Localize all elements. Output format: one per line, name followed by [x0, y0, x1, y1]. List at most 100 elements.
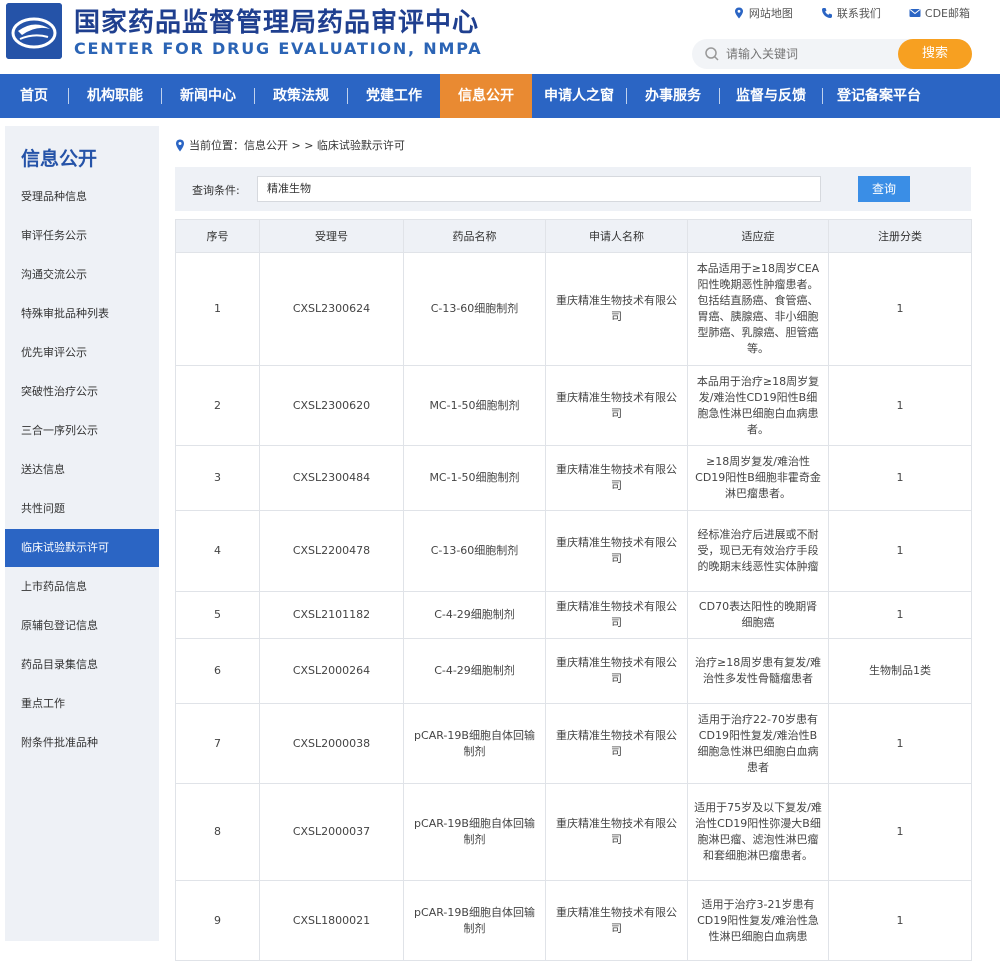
- nav-registration[interactable]: 登记备案平台: [823, 74, 935, 118]
- col-header-accept-no: 受理号: [259, 219, 404, 253]
- cell-index: 8: [175, 783, 260, 881]
- cde-logo[interactable]: [6, 3, 62, 59]
- cell-index: 6: [175, 638, 260, 704]
- cell-drug-name: pCAR-19B细胞自体回输制剂: [403, 880, 546, 961]
- cell-category: 1: [828, 783, 972, 881]
- table-row[interactable]: 4 CXSL2200478 C-13-60细胞制剂 重庆精准生物技术有限公司 经…: [175, 510, 972, 592]
- cell-drug-name: MC-1-50细胞制剂: [403, 365, 546, 446]
- query-bar: 查询条件: 精准生物 查询: [175, 167, 971, 211]
- nav-applicant[interactable]: 申请人之窗: [532, 74, 626, 118]
- table-row[interactable]: 7 CXSL2000038 pCAR-19B细胞自体回输制剂 重庆精准生物技术有…: [175, 703, 972, 784]
- sidebar-item-clinical-trial[interactable]: 临床试验默示许可: [5, 529, 159, 567]
- cell-applicant: 重庆精准生物技术有限公司: [545, 880, 688, 961]
- query-input[interactable]: 精准生物: [257, 176, 821, 202]
- sidebar-item-review-tasks[interactable]: 审评任务公示: [5, 217, 159, 255]
- cell-drug-name: C-13-60细胞制剂: [403, 510, 546, 592]
- cell-indication: 适用于治疗22-70岁患有CD19阳性复发/难治性B细胞急性淋巴细胞白血病患者: [687, 703, 829, 784]
- site-title-en: CENTER FOR DRUG EVALUATION, NMPA: [74, 39, 483, 58]
- col-header-category: 注册分类: [828, 219, 972, 253]
- table-header-row: 序号 受理号 药品名称 申请人名称 适应症 注册分类: [175, 219, 972, 253]
- table-row[interactable]: 3 CXSL2300484 MC-1-50细胞制剂 重庆精准生物技术有限公司 ≥…: [175, 445, 972, 511]
- table-row[interactable]: 2 CXSL2300620 MC-1-50细胞制剂 重庆精准生物技术有限公司 本…: [175, 365, 972, 446]
- sidebar-item-common-issues[interactable]: 共性问题: [5, 490, 159, 528]
- results-table: 序号 受理号 药品名称 申请人名称 适应症 注册分类 1 CXSL2300624…: [175, 219, 972, 961]
- sidebar-item-accepted[interactable]: 受理品种信息: [5, 178, 159, 216]
- main-nav: 首页 机构职能 新闻中心 政策法规 党建工作 信息公开 申请人之窗 办事服务 监…: [0, 74, 1000, 118]
- nav-policy[interactable]: 政策法规: [255, 74, 347, 118]
- sidebar-item-key-work[interactable]: 重点工作: [5, 685, 159, 723]
- sidebar-item-three-in-one[interactable]: 三合一序列公示: [5, 412, 159, 450]
- cell-accept-no: CXSL2101182: [259, 591, 404, 639]
- cell-category: 生物制品1类: [828, 638, 972, 704]
- cell-accept-no: CXSL2300624: [259, 252, 404, 366]
- cell-applicant: 重庆精准生物技术有限公司: [545, 591, 688, 639]
- sidebar-item-breakthrough[interactable]: 突破性治疗公示: [5, 373, 159, 411]
- sidebar: 信息公开 受理品种信息 审评任务公示 沟通交流公示 特殊审批品种列表 优先审评公…: [5, 126, 159, 941]
- cell-indication: ≥18周岁复发/难治性CD19阳性B细胞非霍奇金淋巴瘤患者。: [687, 445, 829, 511]
- cell-applicant: 重庆精准生物技术有限公司: [545, 783, 688, 881]
- table-row[interactable]: 1 CXSL2300624 C-13-60细胞制剂 重庆精准生物技术有限公司 本…: [175, 252, 972, 366]
- cell-indication: 适用于治疗3-21岁患有CD19阳性复发/难治性急性淋巴细胞白血病患: [687, 880, 829, 961]
- cell-applicant: 重庆精准生物技术有限公司: [545, 703, 688, 784]
- cell-drug-name: C-4-29细胞制剂: [403, 591, 546, 639]
- cell-drug-name: C-4-29细胞制剂: [403, 638, 546, 704]
- nav-news[interactable]: 新闻中心: [162, 74, 254, 118]
- contact-label: 联系我们: [836, 7, 881, 20]
- cell-indication: 本品适用于≥18周岁CEA阳性晚期恶性肿瘤患者。包括结直肠癌、食管癌、胃癌、胰腺…: [687, 252, 829, 366]
- cell-applicant: 重庆精准生物技术有限公司: [545, 365, 688, 446]
- cell-applicant: 重庆精准生物技术有限公司: [545, 510, 688, 592]
- cell-index: 3: [175, 445, 260, 511]
- search-input[interactable]: [726, 39, 896, 69]
- email-link[interactable]: CDE邮箱: [909, 5, 970, 21]
- nav-services[interactable]: 办事服务: [627, 74, 719, 118]
- col-header-index: 序号: [175, 219, 260, 253]
- sidebar-item-communication[interactable]: 沟通交流公示: [5, 256, 159, 294]
- nav-party[interactable]: 党建工作: [348, 74, 440, 118]
- col-header-applicant: 申请人名称: [545, 219, 688, 253]
- query-button[interactable]: 查询: [858, 176, 910, 202]
- breadcrumb: 当前位置：信息公开 > > 临床试验默示许可: [175, 137, 405, 153]
- cell-category: 1: [828, 591, 972, 639]
- table-row[interactable]: 8 CXSL2000037 pCAR-19B细胞自体回输制剂 重庆精准生物技术有…: [175, 783, 972, 881]
- cell-drug-name: C-13-60细胞制剂: [403, 252, 546, 366]
- cell-index: 5: [175, 591, 260, 639]
- sidebar-item-delivery[interactable]: 送达信息: [5, 451, 159, 489]
- breadcrumb-text: 当前位置：信息公开 > > 临床试验默示许可: [189, 139, 405, 152]
- cell-accept-no: CXSL2300484: [259, 445, 404, 511]
- cell-category: 1: [828, 510, 972, 592]
- cell-accept-no: CXSL2000264: [259, 638, 404, 704]
- col-header-indication: 适应症: [687, 219, 829, 253]
- sidebar-item-drug-catalog[interactable]: 药品目录集信息: [5, 646, 159, 684]
- cell-index: 2: [175, 365, 260, 446]
- location-pin-icon: [176, 139, 184, 151]
- table-row[interactable]: 5 CXSL2101182 C-4-29细胞制剂 重庆精准生物技术有限公司 CD…: [175, 591, 972, 639]
- query-label: 查询条件:: [192, 184, 240, 197]
- phone-icon: [821, 8, 832, 18]
- contact-link[interactable]: 联系我们: [821, 5, 881, 21]
- cell-category: 1: [828, 703, 972, 784]
- nav-functions[interactable]: 机构职能: [69, 74, 161, 118]
- nav-home[interactable]: 首页: [0, 74, 68, 118]
- cell-category: 1: [828, 880, 972, 961]
- sidebar-item-excipients[interactable]: 原辅包登记信息: [5, 607, 159, 645]
- nav-info-disclosure[interactable]: 信息公开: [440, 74, 532, 118]
- cell-accept-no: CXSL2300620: [259, 365, 404, 446]
- table-row[interactable]: 6 CXSL2000264 C-4-29细胞制剂 重庆精准生物技术有限公司 治疗…: [175, 638, 972, 704]
- cell-index: 9: [175, 880, 260, 961]
- site-title-cn: 国家药品监督管理局药品审评中心: [74, 8, 480, 38]
- cell-index: 4: [175, 510, 260, 592]
- sidebar-item-conditional-approval[interactable]: 附条件批准品种: [5, 724, 159, 762]
- cell-applicant: 重庆精准生物技术有限公司: [545, 638, 688, 704]
- cell-accept-no: CXSL2200478: [259, 510, 404, 592]
- cell-accept-no: CXSL1800021: [259, 880, 404, 961]
- sidebar-item-special-approval[interactable]: 特殊审批品种列表: [5, 295, 159, 333]
- top-links: 网站地图 联系我们 CDE邮箱: [733, 5, 970, 21]
- cell-indication: 适用于75岁及以下复发/难治性CD19阳性弥漫大B细胞淋巴瘤、滤泡性淋巴瘤和套细…: [687, 783, 829, 881]
- sidebar-item-priority-review[interactable]: 优先审评公示: [5, 334, 159, 372]
- table-row[interactable]: 9 CXSL1800021 pCAR-19B细胞自体回输制剂 重庆精准生物技术有…: [175, 880, 972, 961]
- search-button[interactable]: 搜索: [898, 39, 972, 69]
- sidebar-item-marketed-drugs[interactable]: 上市药品信息: [5, 568, 159, 606]
- nav-supervision[interactable]: 监督与反馈: [720, 74, 822, 118]
- sitemap-label: 网站地图: [748, 7, 793, 20]
- sitemap-link[interactable]: 网站地图: [733, 5, 793, 21]
